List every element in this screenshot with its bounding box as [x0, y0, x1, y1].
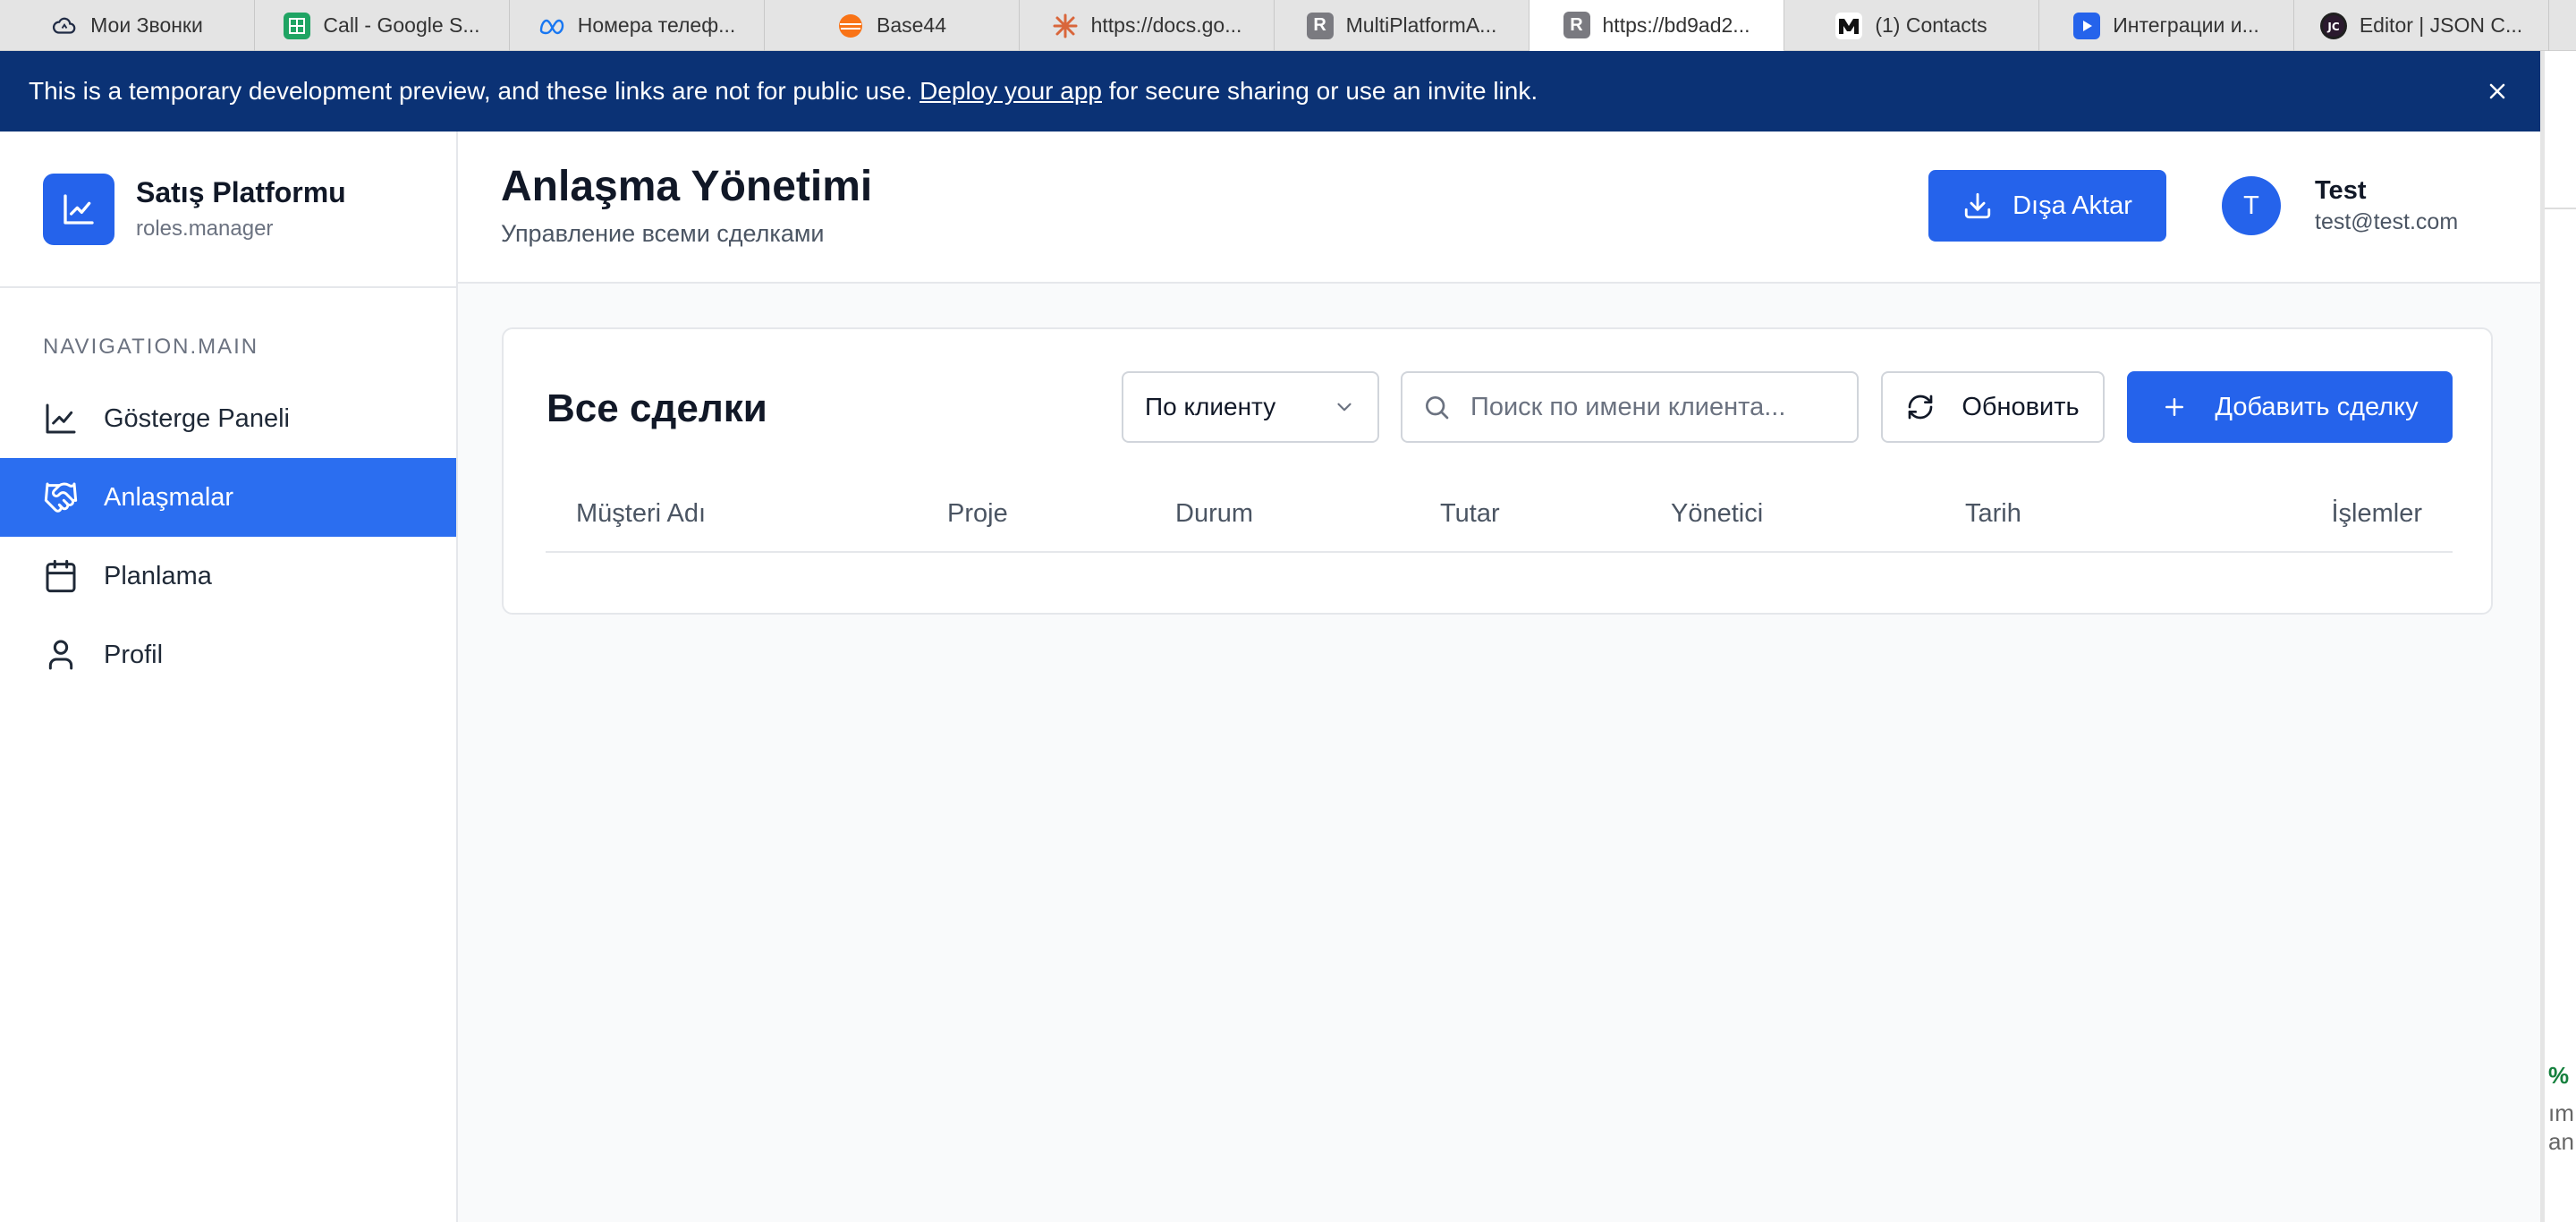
- download-icon: [1962, 191, 1993, 221]
- column-header-project[interactable]: Proje: [947, 499, 1008, 529]
- page-title: Anlaşma Yönetimi: [501, 163, 873, 210]
- m-logo-icon: [1835, 12, 1863, 39]
- brand: Satış Platformu roles.manager: [0, 132, 456, 288]
- gutter-text: %: [2548, 1062, 2570, 1089]
- avatar[interactable]: T: [2222, 176, 2281, 235]
- deals-card: Все сделки По клиенту Обновить Добавить …: [502, 327, 2493, 615]
- page-subtitle: Управление всеми сделками: [501, 220, 825, 247]
- column-header-customer[interactable]: Müşteri Adı: [576, 499, 706, 529]
- banner-text-after: for secure sharing or use an invite link…: [1101, 77, 1538, 105]
- search-icon: [1422, 393, 1451, 421]
- jc-logo-icon: JC: [2319, 12, 2347, 39]
- sidebar-item-planning[interactable]: Planlama: [0, 537, 456, 615]
- line-chart-icon: [43, 173, 114, 245]
- sidebar: Satış Platformu roles.manager NAVIGATION…: [0, 132, 458, 1222]
- calendar-icon: [43, 558, 79, 594]
- line-chart-icon: [43, 401, 79, 437]
- filter-select-value: По клиенту: [1145, 393, 1276, 420]
- base44-icon: [837, 13, 864, 39]
- export-button[interactable]: Dışa Aktar: [1928, 170, 2166, 242]
- brand-subtitle: roles.manager: [136, 216, 274, 241]
- background-window-edge: % ım anı: [2540, 51, 2576, 1222]
- cloud-icon: [51, 13, 78, 39]
- close-icon[interactable]: [2483, 77, 2512, 106]
- user-name: Test: [2315, 176, 2367, 205]
- refresh-icon: [1906, 393, 1935, 421]
- browser-tab[interactable]: https://docs.go...: [1020, 0, 1275, 51]
- sidebar-item-label: Anlaşmalar: [104, 482, 234, 512]
- brand-text: Satış Platformu roles.manager: [136, 176, 346, 242]
- tab-label: (1) Contacts: [1875, 13, 1987, 37]
- brand-title: Satış Platformu: [136, 176, 346, 208]
- browser-tab[interactable]: Мои Звонки: [0, 0, 255, 51]
- replit-r-icon: R: [1563, 12, 1590, 38]
- column-header-manager[interactable]: Yönetici: [1671, 499, 1763, 529]
- user-icon: [43, 637, 79, 673]
- meta-icon: [538, 13, 565, 39]
- sidebar-item-profile[interactable]: Profil: [0, 615, 456, 694]
- search-field[interactable]: [1401, 371, 1859, 443]
- sidebar-item-label: Planlama: [104, 561, 212, 590]
- tab-label: Интеграции и...: [2113, 13, 2259, 37]
- gutter-divider: [2545, 208, 2576, 261]
- browser-tab[interactable]: Call - Google S...: [255, 0, 510, 51]
- deploy-app-link[interactable]: Deploy your app: [919, 77, 1102, 106]
- refresh-label: Обновить: [1962, 392, 2080, 421]
- tab-label: Номера телеф...: [577, 13, 736, 37]
- banner-text-before: This is a temporary development preview,…: [29, 77, 920, 105]
- export-label: Dışa Aktar: [2012, 191, 2132, 220]
- browser-tab[interactable]: Base44: [765, 0, 1020, 51]
- sidebar-item-label: Gösterge Paneli: [104, 403, 290, 433]
- plus-icon: [2161, 394, 2188, 420]
- browser-tab[interactable]: R MultiPlatformA...: [1275, 0, 1530, 51]
- sidebar-item-dashboard[interactable]: Gösterge Paneli: [0, 379, 456, 458]
- column-header-actions: İşlemler: [2331, 499, 2422, 528]
- tab-label: Editor | JSON C...: [2359, 13, 2523, 37]
- tab-label: Мои Звонки: [90, 13, 203, 37]
- tab-label: https://bd9ad2...: [1602, 13, 1750, 37]
- column-header-status[interactable]: Durum: [1175, 499, 1253, 529]
- filter-select[interactable]: По клиенту: [1122, 371, 1379, 443]
- handshake-icon: [43, 479, 79, 515]
- add-deal-button[interactable]: Добавить сделку: [2127, 371, 2453, 443]
- tab-label: https://docs.go...: [1090, 13, 1242, 37]
- asterisk-icon: [1052, 13, 1079, 39]
- tab-label: Base44: [876, 13, 946, 37]
- tab-label: MultiPlatformA...: [1345, 13, 1497, 37]
- app-root: Satış Platformu roles.manager NAVIGATION…: [0, 132, 2540, 1222]
- sidebar-item-label: Profil: [104, 640, 164, 669]
- deals-table-header: Müşteri Adı Proje Durum Tutar Yönetici T…: [546, 481, 2453, 553]
- tab-label: Call - Google S...: [323, 13, 480, 37]
- svg-text:JC: JC: [2326, 21, 2339, 33]
- refresh-button[interactable]: Обновить: [1881, 371, 2105, 443]
- deals-title: Все сделки: [547, 386, 767, 430]
- browser-tab-strip: Мои Звонки Call - Google S... Номера тел…: [0, 0, 2576, 52]
- google-sheets-icon: [284, 12, 311, 39]
- sidebar-item-deals[interactable]: Anlaşmalar: [0, 458, 456, 537]
- preview-banner: This is a temporary development preview,…: [0, 51, 2540, 132]
- browser-tab-active[interactable]: R https://bd9ad2...: [1530, 0, 1784, 52]
- browser-tab[interactable]: (1) Contacts: [1784, 0, 2039, 51]
- top-header: Anlaşma Yönetimi Управление всеми сделка…: [458, 132, 2540, 284]
- column-header-date[interactable]: Tarih: [1965, 499, 2021, 529]
- column-header-amount[interactable]: Tutar: [1440, 499, 1500, 529]
- add-deal-label: Добавить сделку: [2215, 392, 2419, 421]
- replit-r-icon: R: [1306, 12, 1334, 39]
- nav-heading: NAVIGATION.MAIN: [43, 335, 259, 359]
- browser-tab[interactable]: JC Editor | JSON C...: [2294, 0, 2549, 51]
- gutter-text: anı: [2548, 1128, 2576, 1155]
- browser-tab[interactable]: Номера телеф...: [510, 0, 765, 51]
- blue-app-icon: [2073, 12, 2101, 39]
- search-input[interactable]: [1470, 392, 1846, 422]
- chevron-down-icon: [1333, 395, 1356, 419]
- user-email: test@test.com: [2315, 209, 2459, 234]
- browser-tab[interactable]: Интеграции и...: [2039, 0, 2294, 51]
- gutter-text: ım: [2548, 1099, 2574, 1126]
